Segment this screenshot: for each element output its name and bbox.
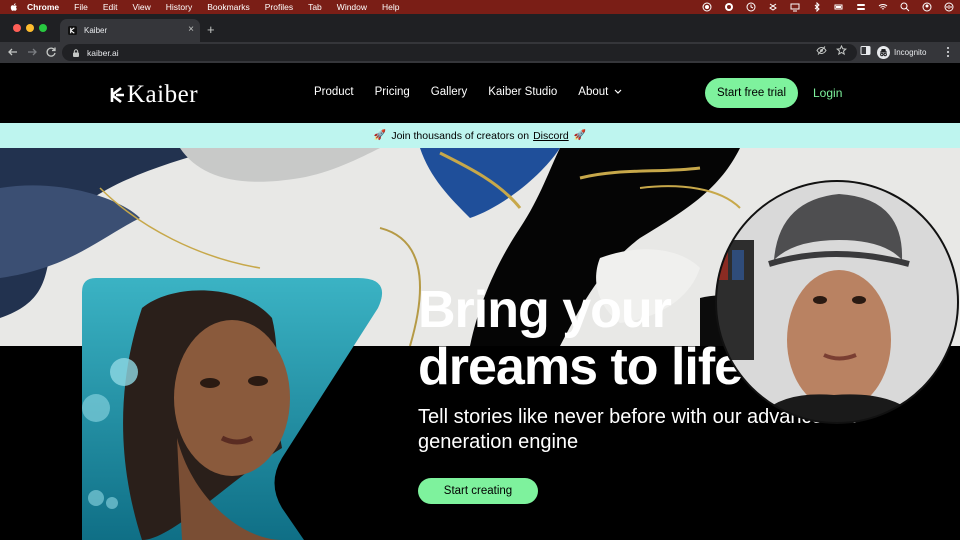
menu-profiles[interactable]: Profiles: [265, 2, 293, 12]
star-icon[interactable]: [836, 45, 847, 56]
hero-headline-line2: dreams to life: [418, 338, 743, 396]
clock-icon[interactable]: [746, 2, 756, 12]
bluetooth-icon[interactable]: [812, 2, 822, 12]
record-icon[interactable]: [702, 2, 712, 12]
menu-edit[interactable]: Edit: [103, 2, 118, 12]
address-bar[interactable]: kaiber.ai: [62, 44, 857, 61]
menu-file[interactable]: File: [74, 2, 88, 12]
logo-text: Kaiber: [127, 81, 199, 108]
discord-link[interactable]: Discord: [533, 130, 569, 142]
window-minimize-button[interactable]: [26, 24, 34, 32]
main-nav: Product Pricing Gallery Kaiber Studio Ab…: [314, 86, 643, 98]
menu-history[interactable]: History: [166, 2, 192, 12]
siri-icon[interactable]: [944, 2, 954, 12]
menubar-status-icons: [702, 0, 954, 14]
window-zoom-button[interactable]: [39, 24, 47, 32]
discord-banner: 🚀 Join thousands of creators on Discord …: [0, 123, 960, 148]
back-icon[interactable]: [6, 45, 20, 59]
banner-text: Join thousands of creators on: [391, 129, 530, 142]
apple-icon[interactable]: [9, 2, 19, 12]
browser-toolbar: kaiber.ai Incognito: [0, 42, 960, 63]
kaiber-favicon-icon: [68, 26, 77, 35]
incognito-avatar: [877, 45, 890, 59]
nav-about[interactable]: About: [578, 86, 622, 98]
start-creating-button[interactable]: Start creating: [418, 478, 538, 504]
lock-icon[interactable]: [72, 48, 80, 57]
start-free-trial-button[interactable]: Start free trial: [705, 78, 798, 108]
window-close-button[interactable]: [13, 24, 21, 32]
hero-headline-line1: Bring your: [418, 281, 672, 339]
incognito-icon: [880, 48, 887, 56]
screen-record-icon[interactable]: [724, 2, 734, 12]
rocket-icon: 🚀: [373, 130, 387, 141]
login-link[interactable]: Login: [813, 86, 842, 100]
kaiber-logo-icon: [110, 86, 124, 104]
kaiber-logo[interactable]: Kaiber: [108, 81, 198, 109]
menu-help[interactable]: Help: [382, 2, 399, 12]
rocket-icon: 🚀: [573, 130, 587, 141]
user-switch-icon[interactable]: [922, 2, 932, 12]
browser-tab-strip: Kaiber × +: [0, 14, 960, 42]
wifi-icon[interactable]: [878, 2, 888, 12]
incognito-label: Incognito: [894, 47, 927, 57]
battery-icon[interactable]: [834, 2, 844, 12]
kebab-icon[interactable]: [944, 46, 952, 58]
reload-icon[interactable]: [44, 45, 58, 59]
nav-gallery[interactable]: Gallery: [431, 86, 467, 98]
site-header: Kaiber Product Pricing Gallery Kaiber St…: [0, 63, 960, 123]
tab-title: Kaiber: [84, 26, 108, 35]
incognito-indicator[interactable]: Incognito: [877, 44, 926, 60]
new-tab-button[interactable]: +: [207, 23, 215, 36]
browser-tab-kaiber[interactable]: Kaiber ×: [60, 19, 200, 42]
nav-about-label: About: [578, 86, 609, 98]
nav-kaiber-studio[interactable]: Kaiber Studio: [488, 86, 557, 98]
nav-pricing[interactable]: Pricing: [375, 86, 410, 98]
nav-product[interactable]: Product: [314, 86, 354, 98]
control-center-icon[interactable]: [856, 2, 866, 12]
display-icon[interactable]: [790, 2, 800, 12]
sidebar-icon[interactable]: [860, 45, 871, 56]
menu-window[interactable]: Window: [337, 2, 367, 12]
chevron-down-icon: [614, 89, 622, 94]
hero-portrait-image: [82, 278, 384, 540]
dropbox-icon[interactable]: [768, 2, 778, 12]
url-text: kaiber.ai: [87, 47, 119, 58]
menu-app-name[interactable]: Chrome: [27, 2, 59, 12]
webcam-overlay: [714, 180, 960, 424]
spotlight-search-icon[interactable]: [900, 2, 910, 12]
tab-close-icon[interactable]: ×: [188, 24, 194, 35]
eye-off-icon[interactable]: [816, 45, 827, 56]
macos-menubar: Chrome File Edit View History Bookmarks …: [0, 0, 960, 14]
forward-icon[interactable]: [25, 45, 39, 59]
kaiber-page: Kaiber Product Pricing Gallery Kaiber St…: [0, 63, 960, 540]
menu-tab[interactable]: Tab: [308, 2, 322, 12]
menu-view[interactable]: View: [132, 2, 150, 12]
menu-bookmarks[interactable]: Bookmarks: [207, 2, 250, 12]
